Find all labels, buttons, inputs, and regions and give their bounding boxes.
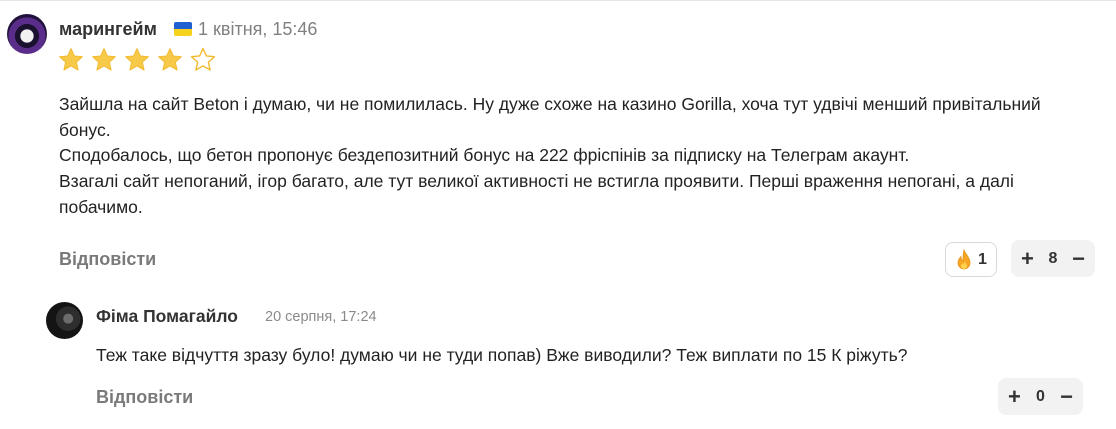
flame-reaction-button[interactable]: 1 (945, 242, 997, 277)
upvote-button[interactable]: + (1008, 385, 1021, 408)
flame-icon (957, 248, 971, 269)
star-filled-icon (59, 48, 83, 71)
reply-body: Теж таке відчуття зразу було! думаю чи н… (96, 345, 908, 365)
reply-button[interactable]: Відповісти (59, 249, 156, 270)
comment-paragraph: Зайшла на сайт Beton і думаю, чи не поми… (59, 94, 1041, 140)
avatar[interactable] (46, 302, 83, 339)
reply-button[interactable]: Відповісти (96, 387, 193, 408)
star-rating (57, 46, 217, 74)
star-filled-icon (125, 48, 149, 71)
comment-paragraph: Взагалі сайт непоганий, ігор багато, але… (59, 171, 1014, 217)
downvote-button[interactable]: − (1060, 385, 1073, 408)
vote-count: 0 (1036, 387, 1045, 405)
avatar[interactable] (7, 14, 47, 54)
reaction-count: 1 (978, 250, 987, 268)
comment-date: 1 квітня, 15:46 (198, 19, 318, 39)
upvote-button[interactable]: + (1021, 247, 1034, 270)
vote-control: + 0 − (998, 378, 1083, 415)
top-divider (0, 0, 1116, 1)
star-filled-icon (92, 48, 116, 71)
star-filled-icon (158, 48, 182, 71)
reply-date: 20 серпня, 17:24 (265, 309, 377, 325)
vote-count: 8 (1048, 249, 1058, 267)
downvote-button[interactable]: − (1072, 247, 1085, 270)
comment-body: Зайшла на сайт Beton і думаю, чи не поми… (59, 92, 1089, 221)
vote-control: + 8 − (1011, 240, 1095, 277)
reply-author[interactable]: Фіма Помагайло (96, 306, 238, 327)
comment-paragraph: Сподобалось, що бетон пропонує бездепози… (59, 145, 910, 166)
star-empty-icon (190, 47, 216, 71)
comment-author[interactable]: марингейм (59, 19, 157, 40)
ukraine-flag-icon (174, 22, 192, 36)
